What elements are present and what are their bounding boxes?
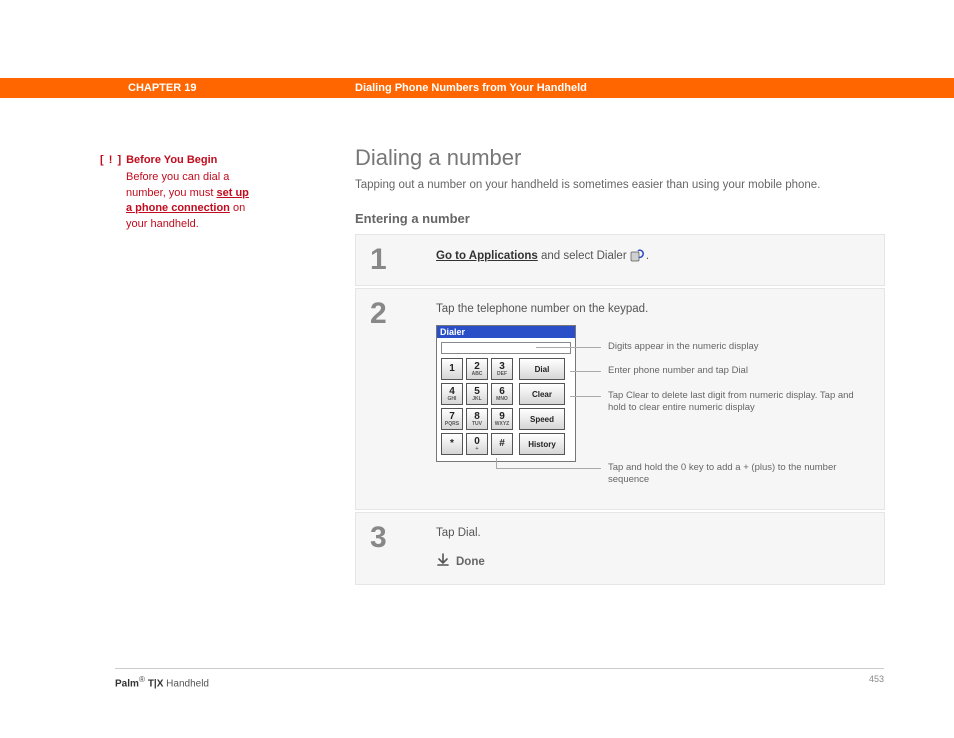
callout-lead	[496, 458, 497, 468]
keypad-key-8[interactable]: 8TUV	[466, 408, 488, 430]
step-number: 1	[356, 235, 426, 285]
callout-lead	[570, 396, 601, 397]
step-2: 2 Tap the telephone number on the keypad…	[355, 288, 885, 510]
step1-text: and select Dialer	[538, 250, 630, 262]
keypad-key-1[interactable]: 1	[441, 358, 463, 380]
dialer-app-icon	[630, 249, 646, 263]
before-you-begin-box: [ ! ] Before You Begin Before you can dia…	[100, 153, 250, 232]
before-you-begin-heading: [ ! ] Before You Begin	[100, 153, 250, 168]
numeric-display	[441, 342, 571, 354]
chapter-title: Dialing Phone Numbers from Your Handheld	[355, 82, 587, 94]
callout-lead	[496, 468, 601, 469]
keypad-key-0[interactable]: 0+	[466, 433, 488, 455]
step2-text: Tap the telephone number on the keypad.	[436, 303, 870, 315]
step3-text: Tap Dial.	[436, 527, 870, 539]
speed-button[interactable]: Speed	[519, 408, 565, 430]
keypad-key-9[interactable]: 9WXYZ	[491, 408, 513, 430]
keypad-key-3[interactable]: 3DEF	[491, 358, 513, 380]
footer-divider	[115, 668, 884, 669]
model-name: T|X	[145, 678, 163, 689]
done-label: Done	[456, 556, 485, 568]
step-body: Tap the telephone number on the keypad. …	[426, 289, 884, 509]
callout-enter-number: Enter phone number and tap Dial	[608, 365, 748, 377]
main-content: Dialing a number Tapping out a number on…	[355, 145, 885, 587]
page-heading: Dialing a number	[355, 145, 885, 171]
callout-digits-display: Digits appear in the numeric display	[608, 341, 759, 353]
go-to-applications-link[interactable]: Go to Applications	[436, 250, 538, 262]
done-row: Done	[436, 553, 870, 570]
byb-text: Before you can dial a number, you must s…	[100, 170, 250, 232]
brand-name: Palm	[115, 678, 139, 689]
byb-text1: Before you can dial a number, you must	[126, 171, 229, 198]
done-arrow-icon	[436, 553, 450, 570]
callout-lead	[536, 347, 601, 348]
callout-lead	[570, 371, 601, 372]
brand-suffix: Handheld	[163, 678, 209, 689]
step-3: 3 Tap Dial. Done	[355, 512, 885, 585]
dialer-titlebar: Dialer	[437, 326, 575, 338]
history-button[interactable]: History	[519, 433, 565, 455]
keypad-key-#[interactable]: #	[491, 433, 513, 455]
dialer-screen: Dialer 12ABC3DEF 4GHI5JKL6MNO 7PQRS8TUV9WX…	[436, 325, 576, 462]
keypad-key-7[interactable]: 7PQRS	[441, 408, 463, 430]
page-number: 453	[869, 674, 884, 684]
step-body: Tap Dial. Done	[426, 513, 884, 584]
alert-icon: [ ! ]	[100, 153, 122, 168]
chapter-header: CHAPTER 19 Dialing Phone Numbers from Yo…	[0, 78, 954, 98]
step-number: 2	[356, 289, 426, 509]
step-body: Go to Applications and select Dialer .	[426, 235, 884, 285]
keypad: 12ABC3DEF 4GHI5JKL6MNO 7PQRS8TUV9WXYZ *0+#	[441, 358, 513, 455]
keypad-key-4[interactable]: 4GHI	[441, 383, 463, 405]
keypad-key-6[interactable]: 6MNO	[491, 383, 513, 405]
keypad-key-5[interactable]: 5JKL	[466, 383, 488, 405]
step-1: 1 Go to Applications and select Dialer .	[355, 234, 885, 286]
step-number: 3	[356, 513, 426, 584]
side-buttons: Dial Clear Speed History	[519, 358, 565, 455]
callout-plus-key: Tap and hold the 0 key to add a + (plus)…	[608, 462, 838, 487]
intro-paragraph: Tapping out a number on your handheld is…	[355, 179, 885, 191]
keypad-area: 12ABC3DEF4GHI5JKL6MNO7PQRS8TUV9WXYZ*0+# …	[437, 358, 575, 461]
dial-button[interactable]: Dial	[519, 358, 565, 380]
chapter-label: CHAPTER 19	[128, 82, 196, 94]
dialer-figure: Dialer 12ABC3DEF 4GHI5JKL6MNO 7PQRS8TUV9WX…	[436, 325, 866, 495]
keypad-key-2[interactable]: 2ABC	[466, 358, 488, 380]
byb-label: Before You Begin	[126, 154, 217, 166]
callout-clear: Tap Clear to delete last digit from nume…	[608, 390, 858, 415]
clear-button[interactable]: Clear	[519, 383, 565, 405]
subheading: Entering a number	[355, 211, 885, 226]
footer-brand: Palm® T|X Handheld	[115, 674, 209, 689]
keypad-key-*[interactable]: *	[441, 433, 463, 455]
steps-list: 1 Go to Applications and select Dialer .…	[355, 234, 885, 585]
